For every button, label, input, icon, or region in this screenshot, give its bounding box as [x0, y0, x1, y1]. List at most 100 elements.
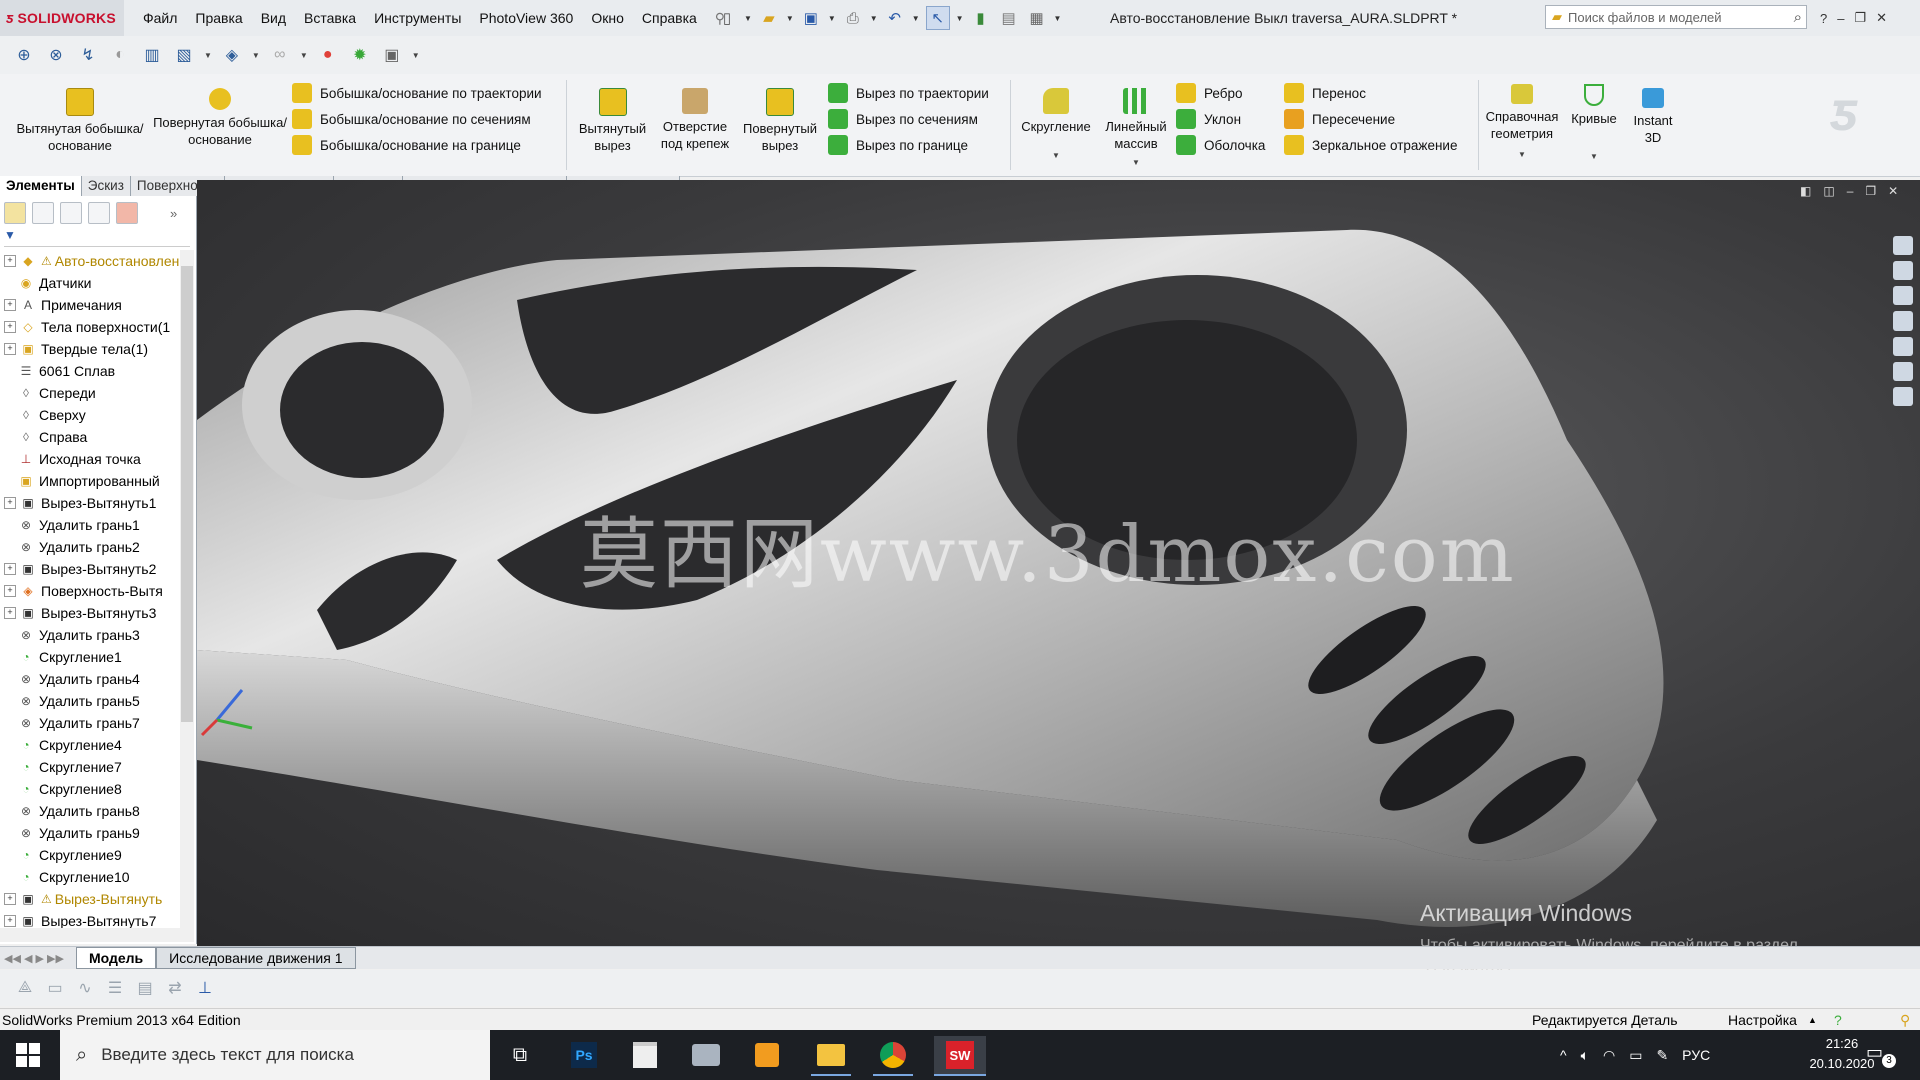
tree-node[interactable]: ◊ Сверху	[0, 404, 180, 426]
select-pointer-icon[interactable]: ↖	[925, 6, 950, 30]
linear-pattern-dropdown-icon[interactable]: ▼	[1132, 154, 1140, 171]
property-manager-tab-icon[interactable]	[32, 202, 54, 224]
curves-button[interactable]: Кривые ▼	[1564, 76, 1624, 165]
tree-node[interactable]: + ▣ Вырез-Вытянуть1	[0, 492, 180, 514]
tree-node[interactable]: ⊗ Удалить грань5	[0, 690, 180, 712]
resources-task-icon[interactable]	[1893, 261, 1913, 281]
custom-properties-icon[interactable]	[1893, 386, 1913, 406]
notification-center-icon[interactable]: ▭ 3	[1866, 1042, 1896, 1068]
tree-node[interactable]: ◔ Скругление1	[0, 646, 180, 668]
view-orientation-icon[interactable]: ▥	[140, 43, 164, 67]
menu-view[interactable]: Вид	[252, 10, 295, 26]
extruded-cut-button[interactable]: Вытянутый вырез	[570, 76, 655, 154]
custom-menu[interactable]: Настройка	[1728, 1009, 1797, 1031]
swept-boss-button[interactable]: Бобышка/основание по траектории	[292, 80, 542, 106]
print-dropdown-icon[interactable]: ▼	[870, 14, 878, 23]
tree-node[interactable]: + ▣ Вырез-Вытянуть2	[0, 558, 180, 580]
tree-node[interactable]: ◊ Спереди	[0, 382, 180, 404]
revolved-cut-button[interactable]: Повернутый вырез	[735, 76, 825, 154]
options-dropdown-icon[interactable]: ▼	[1054, 14, 1062, 23]
expand-icon[interactable]: +	[4, 585, 16, 597]
tree-node[interactable]: + ◈ Поверхность-Вытя	[0, 580, 180, 602]
task-view-icon[interactable]: ⧉	[500, 1036, 540, 1074]
rib-button[interactable]: Ребро	[1176, 80, 1265, 106]
extruded-boss-button[interactable]: Вытянутая бобышка/основание	[10, 76, 150, 154]
calculate-icon[interactable]: ⟁	[14, 977, 36, 999]
tab-nav-arrows[interactable]: ◀◀ ◀ ▶ ▶▶	[4, 952, 64, 965]
tree-node[interactable]: ⊗ Удалить грань4	[0, 668, 180, 690]
split-vertical-icon[interactable]: ◫	[1823, 184, 1834, 198]
boundary-boss-button[interactable]: Бобышка/основание на границе	[292, 132, 542, 158]
pen-icon[interactable]: ✎	[1656, 1047, 1668, 1064]
language-indicator[interactable]: РУС	[1682, 1047, 1710, 1063]
section-view-icon[interactable]: ◐	[108, 43, 132, 67]
custom-dropdown-icon[interactable]: ▲	[1808, 1009, 1817, 1031]
list-view-icon[interactable]: ☰	[104, 977, 126, 999]
hide-show-dropdown-icon[interactable]: ▼	[252, 51, 260, 60]
tree-node[interactable]: ⊗ Удалить грань2	[0, 536, 180, 558]
expand-icon[interactable]: +	[4, 607, 16, 619]
tree-node[interactable]: ◔ Скругление10	[0, 866, 180, 888]
expand-icon[interactable]: +	[4, 299, 16, 311]
start-button[interactable]	[16, 1043, 40, 1067]
viewport-restore-icon[interactable]: ❐	[1865, 184, 1876, 198]
file-properties-icon[interactable]: ▤	[998, 7, 1020, 29]
tree-node[interactable]: + ◆ ⚠ Авто-восстановлен	[0, 250, 180, 272]
tab-model[interactable]: Модель	[75, 947, 157, 969]
pin-status-icon[interactable]: ⚲	[1900, 1009, 1910, 1031]
tree-node[interactable]: ⊗ Удалить грань8	[0, 800, 180, 822]
reference-geometry-button[interactable]: Справочная геометрия ▼	[1480, 76, 1564, 163]
tab-motion-study[interactable]: Исследование движения 1	[156, 947, 356, 969]
close-icon[interactable]: ✕	[1876, 10, 1887, 26]
tree-node[interactable]: ◔ Скругление8	[0, 778, 180, 800]
design-library-icon[interactable]	[1893, 286, 1913, 306]
curves-dropdown-icon[interactable]: ▼	[1590, 148, 1598, 165]
view-palette-icon[interactable]	[1893, 336, 1913, 356]
fillet-button[interactable]: Скругление ▼	[1014, 76, 1098, 164]
tree-node[interactable]: ◔ Скругление9	[0, 844, 180, 866]
edit-appearance-icon[interactable]: ∞	[268, 43, 292, 67]
tree-node[interactable]: ⊥ Исходная точка	[0, 448, 180, 470]
viewport-minimize-icon[interactable]: –	[1847, 184, 1854, 198]
animation-wizard-icon[interactable]: ∿	[74, 977, 96, 999]
save-icon[interactable]: ▣	[800, 7, 822, 29]
split-horizontal-icon[interactable]: ◧	[1800, 184, 1811, 198]
intersect-button[interactable]: Пересечение	[1284, 106, 1457, 132]
tree-node[interactable]: ⊗ Удалить грань7	[0, 712, 180, 734]
options-icon[interactable]: ▦	[1026, 7, 1048, 29]
view-settings-dropdown-icon[interactable]: ▼	[412, 51, 420, 60]
menu-help[interactable]: Справка	[633, 10, 706, 26]
taskbar-search-input[interactable]: ⌕ Введите здесь текст для поиска	[60, 1030, 490, 1080]
appearance-dropdown-icon[interactable]: ▼	[300, 51, 308, 60]
home-task-icon[interactable]	[1893, 236, 1913, 256]
rebuild-icon[interactable]: ▮	[970, 7, 992, 29]
tree-node[interactable]: + ▣ Твердые тела(1)	[0, 338, 180, 360]
tree-node[interactable]: + ▣ Вырез-Вытянуть3	[0, 602, 180, 624]
expand-icon[interactable]: +	[4, 321, 16, 333]
file-explorer-icon[interactable]	[1893, 311, 1913, 331]
battery-icon[interactable]: ▭	[1629, 1047, 1642, 1064]
menu-photoview[interactable]: PhotoView 360	[470, 10, 582, 26]
open-folder-icon[interactable]: ▰	[758, 7, 780, 29]
expand-icon[interactable]: +	[4, 343, 16, 355]
image-viewer-app-icon[interactable]	[686, 1036, 726, 1074]
save-dropdown-icon[interactable]: ▼	[828, 14, 836, 23]
undo-icon[interactable]: ↶	[884, 7, 906, 29]
file-explorer-app-icon[interactable]	[811, 1036, 851, 1076]
tree-node[interactable]: + ◇ Тела поверхности(1	[0, 316, 180, 338]
viewport-close-icon[interactable]: ✕	[1888, 184, 1898, 198]
expand-icon[interactable]: +	[4, 255, 16, 267]
menu-file[interactable]: Файл	[134, 10, 186, 26]
restore-icon[interactable]: ❐	[1854, 10, 1866, 26]
boundary-cut-button[interactable]: Вырез по границе	[828, 132, 989, 158]
tree-node[interactable]: ⊗ Удалить грань9	[0, 822, 180, 844]
tree-node[interactable]: ◊ Справа	[0, 426, 180, 448]
tree-node[interactable]: ◔ Скругление4	[0, 734, 180, 756]
lofted-cut-button[interactable]: Вырез по сечениям	[828, 106, 989, 132]
tree-horizontal-scrollbar[interactable]	[0, 928, 194, 942]
detail-list-icon[interactable]: ▤	[134, 977, 156, 999]
help-status-icon[interactable]: ?	[1834, 1009, 1842, 1031]
tree-node[interactable]: ◉ Датчики	[0, 272, 180, 294]
dimxpert-manager-tab-icon[interactable]	[88, 202, 110, 224]
zoom-to-fit-icon[interactable]: ⊕	[12, 43, 36, 67]
